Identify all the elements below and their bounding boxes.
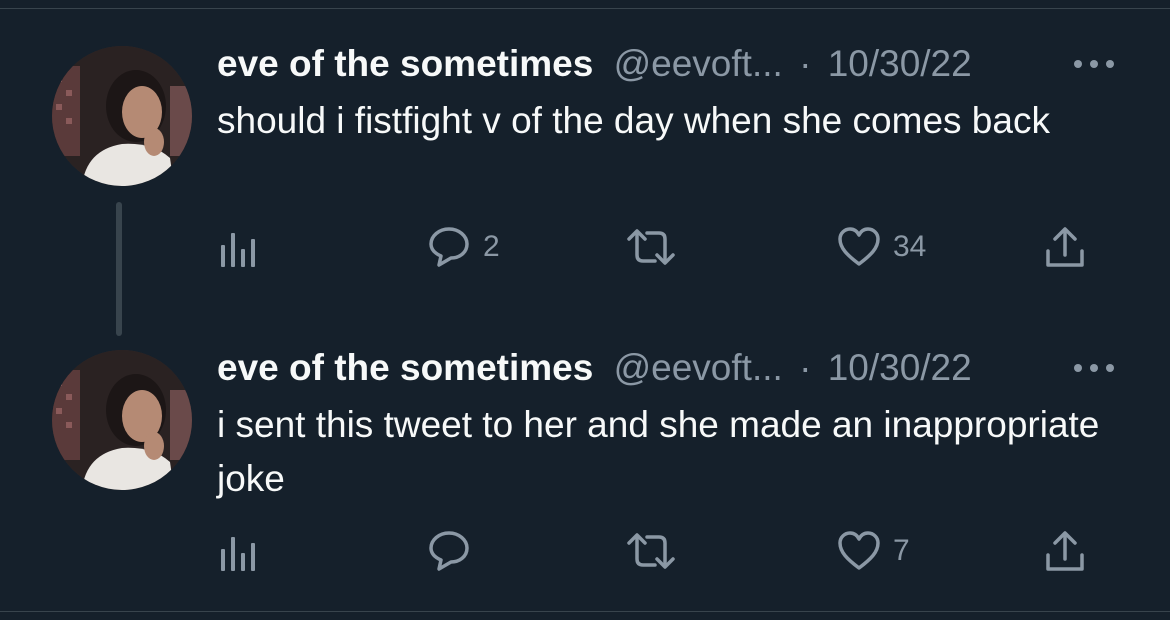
retweet-icon [627, 229, 675, 265]
like-button[interactable]: 7 [837, 526, 910, 576]
display-name[interactable]: eve of the sometimes [217, 347, 593, 388]
reply-button[interactable] [427, 526, 483, 576]
tweet-text: should i fistfight v of the day when she… [217, 100, 1050, 141]
more-horizontal-icon [1074, 364, 1114, 372]
avatar[interactable] [52, 350, 192, 490]
bottom-divider [0, 611, 1170, 612]
separator-dot: · [799, 43, 812, 84]
retweet-button[interactable] [625, 222, 689, 272]
display-name[interactable]: eve of the sometimes [217, 43, 593, 84]
tweet-date[interactable]: 10/30/22 [828, 43, 972, 84]
tweet-header: eve of the sometimes @eevoft... · 10/30/… [217, 346, 972, 390]
tweet[interactable]: eve of the sometimes @eevoft... · 10/30/… [0, 300, 1170, 610]
tweet[interactable]: eve of the sometimes @eevoft... · 10/30/… [0, 0, 1170, 336]
analytics-icon [221, 537, 255, 571]
reply-button[interactable]: 2 [427, 222, 500, 272]
reply-count: 2 [483, 230, 500, 263]
avatar-photo [52, 350, 192, 490]
tweet-actions: 7 [217, 526, 1097, 576]
tweet-actions: 2 34 [217, 222, 1097, 272]
retweet-icon [627, 533, 675, 569]
avatar[interactable] [52, 46, 192, 186]
like-count: 7 [893, 534, 910, 567]
retweet-button[interactable] [625, 526, 689, 576]
analytics-icon [221, 233, 255, 267]
share-upload-icon [1046, 531, 1084, 571]
more-options-button[interactable] [1072, 54, 1116, 74]
tweet-date[interactable]: 10/30/22 [828, 347, 972, 388]
share-button[interactable] [1043, 526, 1087, 576]
user-handle[interactable]: @eevoft... [614, 347, 783, 388]
tweet-header: eve of the sometimes @eevoft... · 10/30/… [217, 42, 972, 86]
reply-bubble-icon [429, 531, 469, 571]
avatar-photo [52, 46, 192, 186]
views-button[interactable] [217, 526, 261, 576]
heart-icon [838, 531, 880, 570]
like-count: 34 [893, 230, 927, 263]
like-button[interactable]: 34 [837, 222, 926, 272]
separator-dot: · [799, 347, 812, 388]
views-button[interactable] [217, 222, 261, 272]
share-upload-icon [1046, 227, 1084, 267]
tweet-text: i sent this tweet to her and she made an… [217, 404, 1100, 499]
more-options-button[interactable] [1072, 358, 1116, 378]
more-horizontal-icon [1074, 60, 1114, 68]
share-button[interactable] [1043, 222, 1087, 272]
reply-bubble-icon [429, 227, 469, 267]
heart-icon [838, 227, 880, 266]
user-handle[interactable]: @eevoft... [614, 43, 783, 84]
